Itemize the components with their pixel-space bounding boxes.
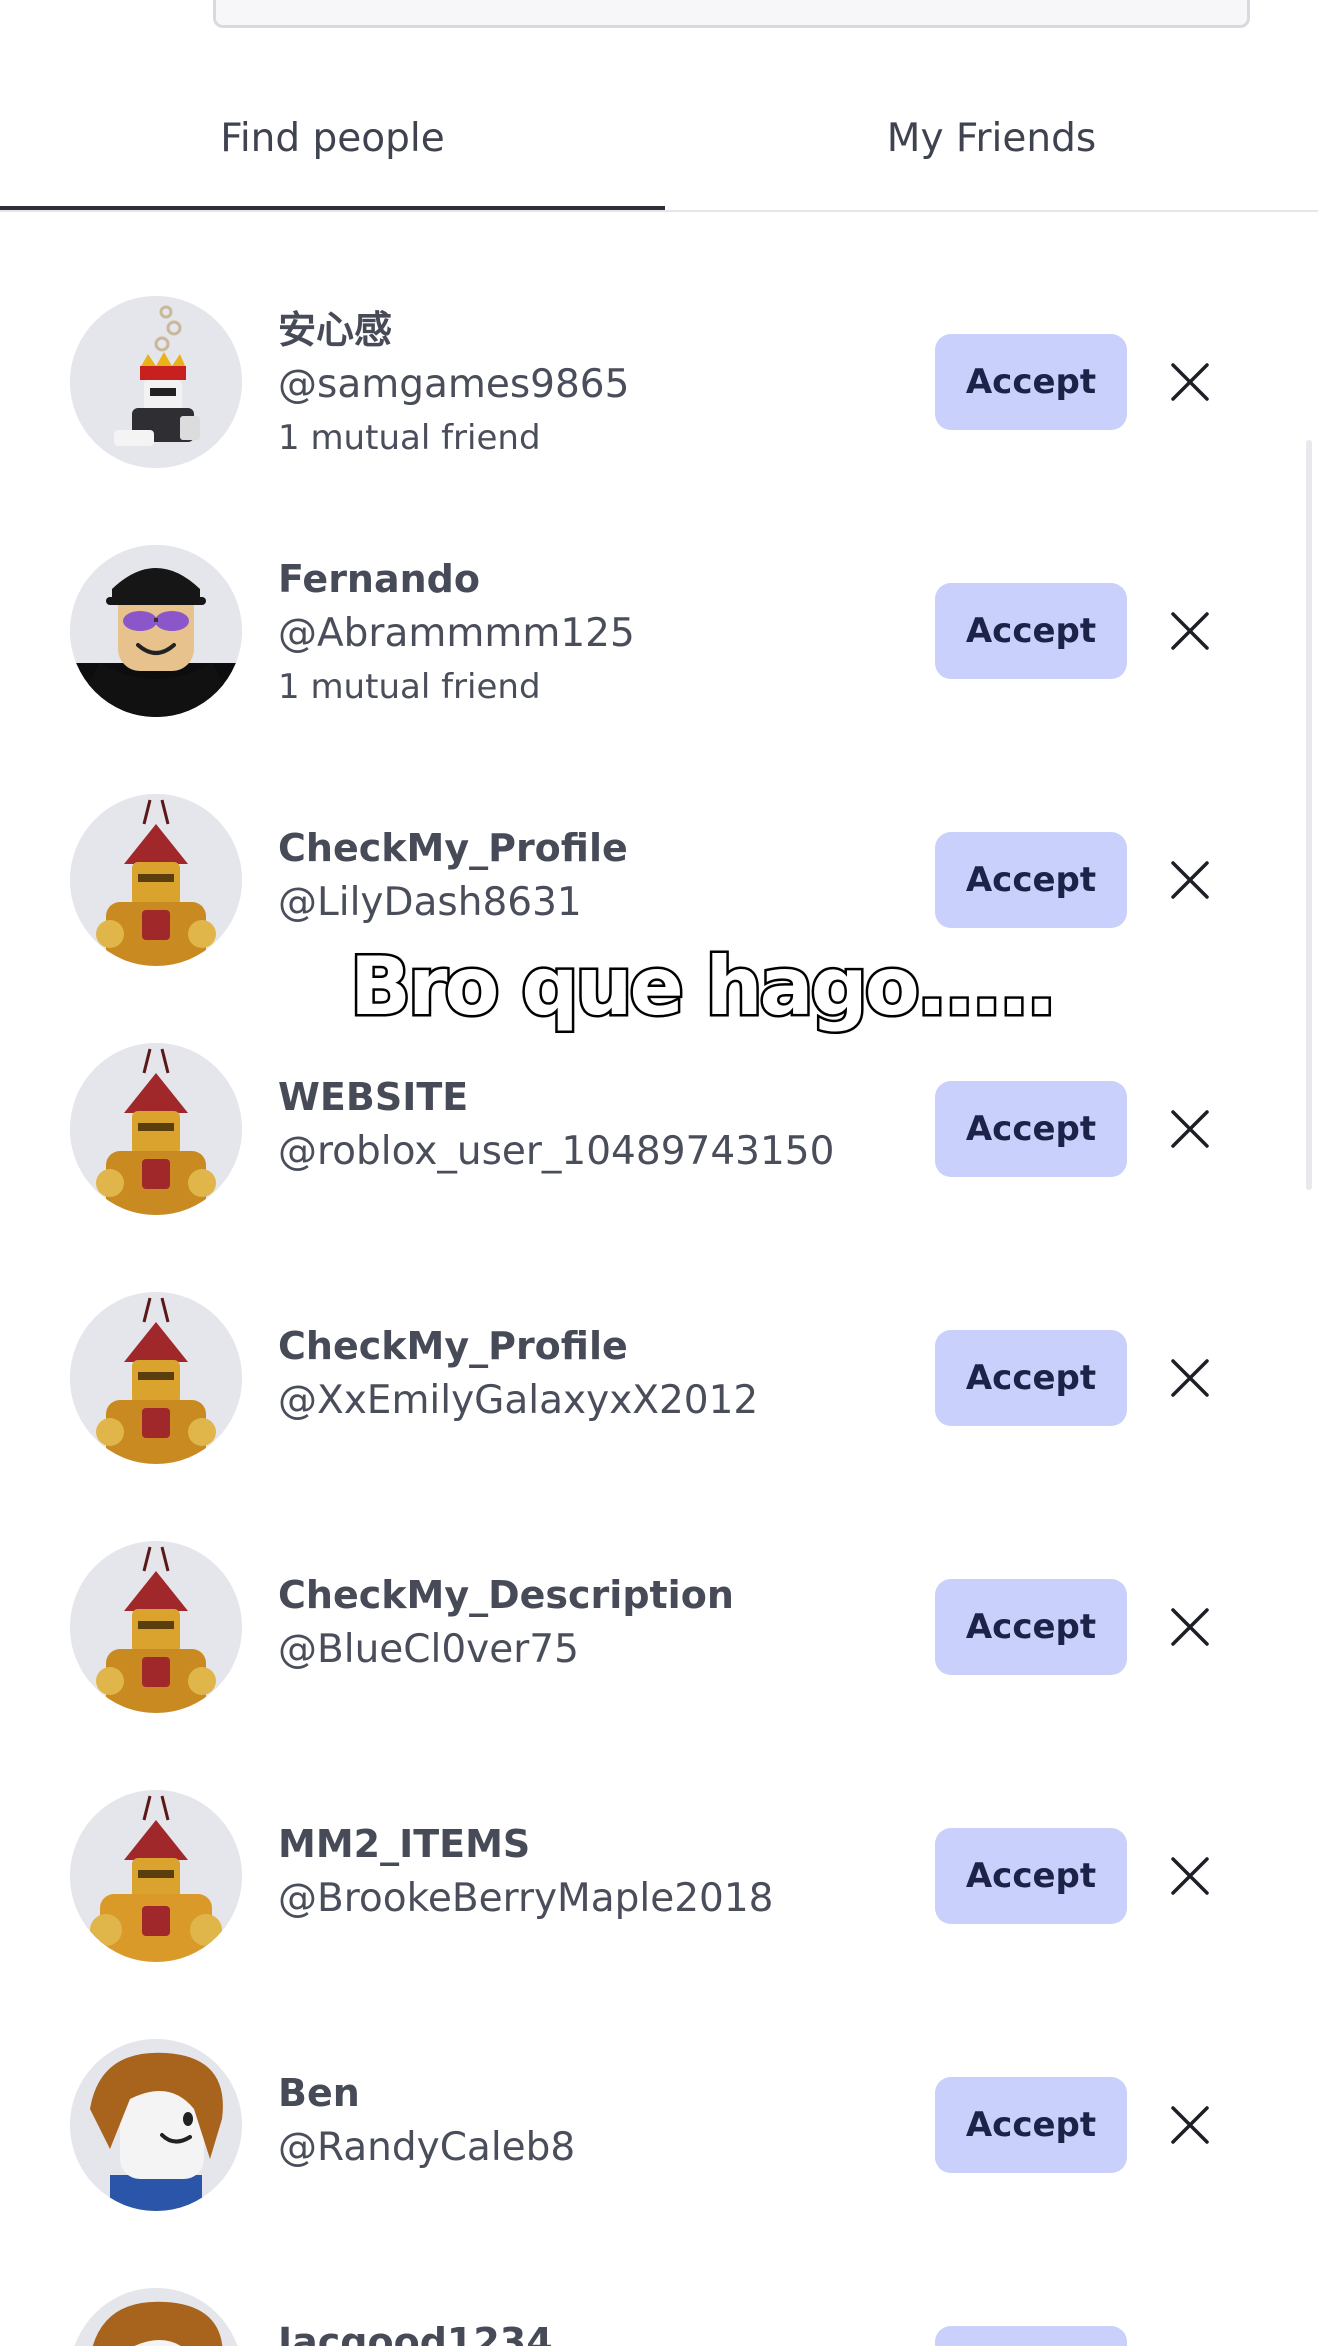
- close-icon: [1171, 612, 1209, 650]
- friend-request-row: Ben @RandyCaleb8 Accept: [0, 2039, 1318, 2239]
- mutual-friends-count: 1 mutual friend: [278, 418, 541, 458]
- request-info: CheckMy_Description @BlueCl0ver75: [278, 1569, 898, 1679]
- decline-button[interactable]: [1160, 1597, 1220, 1657]
- knight-avatar[interactable]: [70, 794, 242, 966]
- scrollbar[interactable]: [1306, 440, 1312, 1190]
- friend-request-row: Jacgood1234 Accept: [0, 2288, 1318, 2346]
- request-info: Jacgood1234: [278, 2316, 898, 2346]
- request-info: 安心感 @samgames9865 1 mutual friend: [278, 304, 898, 462]
- close-icon: [1171, 861, 1209, 899]
- accept-button[interactable]: Accept: [935, 832, 1127, 928]
- display-name[interactable]: Fernando: [278, 553, 898, 605]
- request-info: Fernando @Abrammmm125 1 mutual friend: [278, 553, 898, 711]
- username: @BlueCl0ver75: [278, 1627, 579, 1672]
- username: @roblox_user_10489743150: [278, 1129, 835, 1174]
- display-name[interactable]: Jacgood1234: [278, 2316, 898, 2346]
- display-name[interactable]: CheckMy_Profile: [278, 1320, 898, 1372]
- display-name[interactable]: 安心感: [278, 304, 898, 356]
- friends-page: Find people My Friends 安心感 @samgames9865…: [0, 0, 1318, 2346]
- sunglasses-avatar[interactable]: [70, 545, 242, 717]
- close-icon: [1171, 1110, 1209, 1148]
- display-name[interactable]: MM2_ITEMS: [278, 1818, 898, 1870]
- accept-button[interactable]: Accept: [935, 334, 1127, 430]
- accept-button[interactable]: Accept: [935, 583, 1127, 679]
- knight-avatar[interactable]: [70, 1790, 242, 1962]
- friend-request-row: CheckMy_Profile @XxEmilyGalaxyxX2012 Acc…: [0, 1292, 1318, 1492]
- search-input[interactable]: [213, 0, 1250, 28]
- username: @LilyDash8631: [278, 880, 582, 925]
- close-icon: [1171, 1359, 1209, 1397]
- decline-button[interactable]: [1160, 1099, 1220, 1159]
- king-avatar[interactable]: [70, 296, 242, 468]
- decline-button[interactable]: [1160, 601, 1220, 661]
- friend-request-row: WEBSITE @roblox_user_10489743150 Accept: [0, 1043, 1318, 1243]
- username: @samgames9865: [278, 362, 630, 407]
- friend-request-row: 安心感 @samgames9865 1 mutual friend Accept: [0, 296, 1318, 496]
- display-name[interactable]: Ben: [278, 2067, 898, 2119]
- username: @BrookeBerryMaple2018: [278, 1876, 774, 1921]
- brown-hair-avatar[interactable]: [70, 2288, 242, 2346]
- tabs-divider: [0, 210, 1318, 212]
- display-name[interactable]: CheckMy_Description: [278, 1569, 898, 1621]
- accept-button[interactable]: Accept: [935, 1579, 1127, 1675]
- close-icon: [1171, 1608, 1209, 1646]
- decline-button[interactable]: [1160, 1846, 1220, 1906]
- username: @Abrammmm125: [278, 611, 635, 656]
- accept-button[interactable]: Accept: [935, 2326, 1127, 2346]
- display-name[interactable]: CheckMy_Profile: [278, 822, 898, 874]
- close-icon: [1171, 2106, 1209, 2144]
- accept-button[interactable]: Accept: [935, 1330, 1127, 1426]
- friend-request-row: MM2_ITEMS @BrookeBerryMaple2018 Accept: [0, 1790, 1318, 1990]
- username: @XxEmilyGalaxyxX2012: [278, 1378, 759, 1423]
- tab-my-friends-label: My Friends: [886, 116, 1097, 161]
- request-info: WEBSITE @roblox_user_10489743150: [278, 1071, 898, 1181]
- close-icon: [1171, 363, 1209, 401]
- close-icon: [1171, 1857, 1209, 1895]
- brown-hair-avatar[interactable]: [70, 2039, 242, 2211]
- username: @RandyCaleb8: [278, 2125, 576, 2170]
- tab-my-friends[interactable]: My Friends: [665, 80, 1318, 210]
- decline-button[interactable]: [1160, 850, 1220, 910]
- accept-button[interactable]: Accept: [935, 1081, 1127, 1177]
- accept-button[interactable]: Accept: [935, 1828, 1127, 1924]
- friend-request-row: CheckMy_Description @BlueCl0ver75 Accept: [0, 1541, 1318, 1741]
- request-info: Ben @RandyCaleb8: [278, 2067, 898, 2177]
- request-info: MM2_ITEMS @BrookeBerryMaple2018: [278, 1818, 898, 1928]
- decline-button[interactable]: [1160, 1348, 1220, 1408]
- knight-avatar[interactable]: [70, 1292, 242, 1464]
- accept-button[interactable]: Accept: [935, 2077, 1127, 2173]
- decline-button[interactable]: [1160, 352, 1220, 412]
- decline-button[interactable]: [1160, 2095, 1220, 2155]
- request-info: CheckMy_Profile @LilyDash8631: [278, 822, 898, 932]
- request-info: CheckMy_Profile @XxEmilyGalaxyxX2012: [278, 1320, 898, 1430]
- video-caption-overlay: Bro que hago.....: [348, 938, 1060, 1036]
- knight-avatar[interactable]: [70, 1541, 242, 1713]
- tab-find-people[interactable]: Find people: [0, 80, 665, 210]
- mutual-friends-count: 1 mutual friend: [278, 667, 541, 707]
- friends-tabs: Find people My Friends: [0, 80, 1318, 213]
- display-name[interactable]: WEBSITE: [278, 1071, 898, 1123]
- knight-avatar[interactable]: [70, 1043, 242, 1215]
- friend-request-row: Fernando @Abrammmm125 1 mutual friend Ac…: [0, 545, 1318, 745]
- tab-find-people-label: Find people: [220, 116, 445, 161]
